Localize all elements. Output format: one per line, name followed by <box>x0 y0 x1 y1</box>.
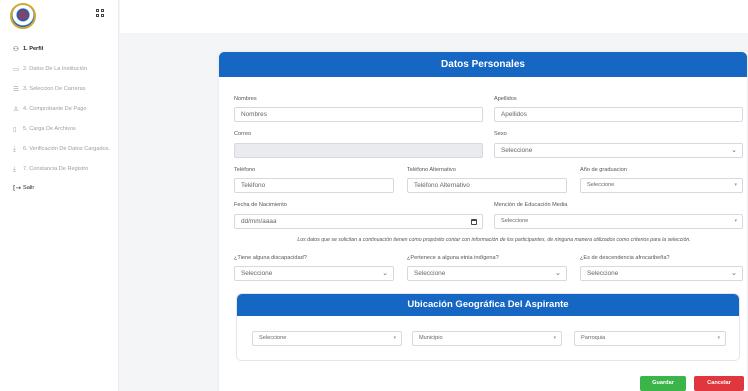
file-icon: ▯ <box>13 125 17 133</box>
chevron-down-icon: ▾ <box>717 335 720 341</box>
logout-icon: [→ <box>13 184 21 192</box>
estado-value: Seleccione <box>259 335 287 341</box>
save-button[interactable]: Guardar <box>640 376 686 391</box>
payment-icon: ♙ <box>13 105 19 113</box>
fecha-nacimiento-value: dd/mm/aaaa <box>241 218 277 225</box>
sidebar-nav: ⚇ 1. Perfil ▭ 2. Datos De La Institución… <box>0 46 119 192</box>
sidebar-item-institucion[interactable]: ▭ 2. Datos De La Institución <box>0 66 119 73</box>
sidebar-item-label: 4. Comprobante De Pago <box>23 106 87 112</box>
sexo-label: Sexo <box>494 131 507 137</box>
etnia-value: Seleccione <box>414 270 446 277</box>
sidebar-item-salir[interactable]: [→ Salir <box>0 185 119 192</box>
sidebar: ⚇ 1. Perfil ▭ 2. Datos De La Institución… <box>0 0 119 391</box>
upload-check-icon: ⤓ <box>13 145 16 153</box>
parroquia-value: Parroquia <box>581 335 606 341</box>
anio-graduacion-select[interactable]: Seleccione ▾ <box>580 178 743 193</box>
fecha-nacimiento-label: Fecha de Nacimiento <box>234 202 287 208</box>
apellidos-label: Apellidos <box>494 96 517 102</box>
sidebar-item-label: 6. Verificación De Datos Cargados. <box>23 146 111 152</box>
apellidos-input[interactable]: Apellidos <box>494 107 743 122</box>
sexo-select[interactable]: Seleccione ⌄ <box>494 143 743 158</box>
card-title: Datos Personales <box>219 52 747 77</box>
sidebar-item-label: 2. Datos De La Institución <box>23 66 88 72</box>
cancel-button[interactable]: Cancelar <box>694 376 744 391</box>
geo-location-section: Ubicación Geográfica Del Aspirante Selec… <box>236 293 740 361</box>
chevron-down-icon: ⌄ <box>731 146 737 154</box>
parroquia-select[interactable]: Parroquia ▾ <box>574 331 726 346</box>
chevron-down-icon: ⌄ <box>555 269 561 277</box>
sidebar-item-archivos[interactable]: ▯ 5. Carga De Archivos <box>0 126 119 133</box>
geo-section-title: Ubicación Geográfica Del Aspirante <box>237 294 739 316</box>
nombres-label: Nombres <box>234 96 257 102</box>
chevron-down-icon: ⌄ <box>382 269 388 277</box>
anio-graduacion-value: Seleccione <box>587 182 615 188</box>
user-icon: ⚇ <box>13 45 19 53</box>
afro-select[interactable]: Seleccione ⌄ <box>580 266 743 281</box>
sidebar-item-label: Salir <box>23 185 35 191</box>
discapacidad-label: ¿Tiene alguna discapacidad? <box>234 255 307 261</box>
institution-logo <box>10 3 36 29</box>
sidebar-item-pago[interactable]: ♙ 4. Comprobante De Pago <box>0 106 119 113</box>
mencion-select[interactable]: Seleccione ▾ <box>494 214 743 229</box>
privacy-note: Los datos que se solicitan a continuació… <box>297 237 691 243</box>
telefono-input[interactable]: Teléfono <box>234 178 394 193</box>
sidebar-item-perfil[interactable]: ⚇ 1. Perfil <box>0 46 119 53</box>
fecha-nacimiento-input[interactable]: dd/mm/aaaa <box>234 214 483 229</box>
chevron-down-icon: ▾ <box>734 182 737 188</box>
sexo-value: Seleccione <box>501 147 533 154</box>
municipio-value: Municipio <box>419 335 443 341</box>
chevron-down-icon: ▾ <box>553 335 556 341</box>
sidebar-item-constancia[interactable]: ⤓ 7. Constancia De Registro <box>0 166 119 173</box>
chevron-down-icon: ▾ <box>734 218 737 224</box>
sidebar-item-carreras[interactable]: ☰ 3. Seleccion De Carreras <box>0 86 119 93</box>
correo-input[interactable] <box>234 143 483 158</box>
estado-select[interactable]: Seleccione ▾ <box>252 331 402 346</box>
mencion-label: Mención de Educación Media <box>494 202 568 208</box>
etnia-select[interactable]: Seleccione ⌄ <box>407 266 567 281</box>
sidebar-item-verificacion[interactable]: ⤓ 6. Verificación De Datos Cargados. <box>0 146 119 153</box>
sidebar-item-label: 3. Seleccion De Carreras <box>23 86 86 92</box>
grid-menu-icon[interactable] <box>96 9 104 17</box>
sidebar-item-label: 7. Constancia De Registro <box>23 166 89 172</box>
discapacidad-value: Seleccione <box>241 270 273 277</box>
anio-graduacion-label: Año de graduacion <box>580 167 627 173</box>
nombres-input[interactable]: Nombres <box>234 107 483 122</box>
calendar-icon[interactable] <box>471 219 477 225</box>
afro-value: Seleccione <box>587 270 619 277</box>
telefono-alt-input[interactable]: Teléfono Alternativo <box>407 178 567 193</box>
mencion-value: Seleccione <box>501 218 529 224</box>
top-header <box>120 0 748 33</box>
afro-label: ¿Es de descendencia afrocaribeña? <box>580 255 670 261</box>
etnia-label: ¿Pertenece a alguna etnia indígena? <box>407 255 499 261</box>
telefono-alt-label: Teléfono Alternativo <box>407 167 456 173</box>
list-icon: ☰ <box>13 85 19 93</box>
correo-label: Correo <box>234 131 252 137</box>
institution-icon: ▭ <box>13 65 20 73</box>
sidebar-item-label: 5. Carga De Archivos <box>23 126 76 132</box>
chevron-down-icon: ⌄ <box>731 269 737 277</box>
municipio-select[interactable]: Municipio ▾ <box>412 331 562 346</box>
telefono-label: Teléfono <box>234 167 256 173</box>
sidebar-item-label: 1. Perfil <box>23 46 44 52</box>
certificate-icon: ⤓ <box>13 165 16 173</box>
chevron-down-icon: ▾ <box>393 335 396 341</box>
discapacidad-select[interactable]: Seleccione ⌄ <box>234 266 394 281</box>
personal-data-card: Datos Personales Nombres Nombres Apellid… <box>219 52 747 391</box>
